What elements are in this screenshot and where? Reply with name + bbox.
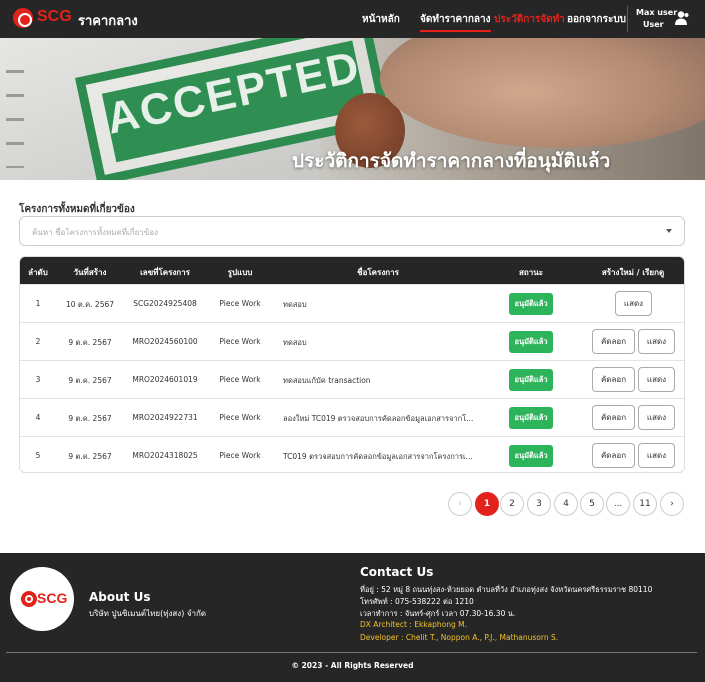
status-badge: อนุมัติแล้ว xyxy=(509,331,553,353)
binder-rings xyxy=(6,58,24,168)
view-button[interactable]: แสดง xyxy=(615,291,652,316)
filter-label: โครงการทั้งหมดที่เกี่ยวข้อง xyxy=(19,204,135,215)
row-code: MRO2024318025 xyxy=(132,451,198,460)
header-status: สถานะ xyxy=(519,268,543,277)
table-header: ลำดับ วันที่สร้าง เลขที่โครงการ รูปแบบ ช… xyxy=(20,257,684,284)
projects-table: ลำดับ วันที่สร้าง เลขที่โครงการ รูปแบบ ช… xyxy=(19,256,685,473)
header-actions: สร้างใหม่ / เรียกดู xyxy=(601,268,665,277)
search-placeholder: ค้นหา ชื่อโครงการทั้งหมดที่เกี่ยวข้อง xyxy=(32,228,158,237)
copy-button[interactable]: คัดลอก xyxy=(592,443,635,468)
top-navbar: SCG ราคากลาง หน้าหลัก จัดทำราคากลาง ประว… xyxy=(0,0,705,38)
row-type: Piece Work xyxy=(219,451,261,460)
app-title[interactable]: ราคากลาง xyxy=(78,10,138,31)
row-project-name: ลองใหม่ TC019 ตรวจสอบการคัดลอกข้อมูลเอกส… xyxy=(283,414,474,423)
chevron-down-icon[interactable] xyxy=(666,229,672,233)
page-title: ประวัติการจัดทำราคากลางที่อนุมัติแล้ว xyxy=(292,150,611,172)
copy-button[interactable]: คัดลอก xyxy=(592,367,635,392)
row-project-name: ทดสอบ xyxy=(283,300,307,309)
row-date: 9 ต.ค. 2567 xyxy=(68,338,112,347)
pagination-page-11[interactable]: 11 xyxy=(633,492,657,516)
row-no: 3 xyxy=(35,375,41,384)
hand-image xyxy=(380,38,705,148)
row-no: 1 xyxy=(35,299,41,308)
dx-architect: DX Architect : Ekkaphong M. xyxy=(360,620,467,629)
header-type: รูปแบบ xyxy=(227,268,253,277)
row-no: 2 xyxy=(35,337,41,346)
header-name: ชื่อโครงการ xyxy=(357,268,399,277)
pagination-next[interactable]: › xyxy=(660,492,684,516)
row-type: Piece Work xyxy=(219,299,261,308)
status-badge: อนุมัติแล้ว xyxy=(509,445,553,467)
row-date: 9 ต.ค. 2567 xyxy=(68,452,112,461)
company-name: บริษัท ปูนซิเมนต์ไทย(ทุ่งสง) จำกัด xyxy=(89,609,207,618)
contact-phone: โทรศัพท์ : 075-538222 ต่อ 1210 xyxy=(360,597,474,606)
row-project-name: TC019 ตรวจสอบการคัดลอกข้อมูลเอกสารจากโคร… xyxy=(283,452,473,461)
footer-logo: SCG xyxy=(10,567,74,631)
pagination-page-2[interactable]: 2 xyxy=(500,492,524,516)
row-type: Piece Work xyxy=(219,337,261,346)
row-code: MRO2024560100 xyxy=(132,337,198,346)
row-no: 4 xyxy=(35,413,41,422)
pagination-page-1[interactable]: 1 xyxy=(475,492,499,516)
contact-address: ที่อยู่ : 52 หมู่ 8 ถนนทุ่งสง-ห้วยยอด ตำ… xyxy=(360,585,653,594)
hero-banner: ACCEPTED ประวัติการจัดทำราคากลางที่อนุมั… xyxy=(0,38,705,180)
scg-logo-icon xyxy=(21,591,37,607)
row-date: 9 ต.ค. 2567 xyxy=(68,414,112,423)
table-row: 3 9 ต.ค. 2567 MRO2024601019 Piece Work ท… xyxy=(20,360,684,398)
row-project-name: ทดสอบ xyxy=(283,338,307,347)
copy-button[interactable]: คัดลอก xyxy=(592,405,635,430)
header-no: ลำดับ xyxy=(28,268,48,277)
nav-home[interactable]: หน้าหลัก xyxy=(362,12,400,27)
pagination-page-5[interactable]: 5 xyxy=(580,492,604,516)
header-code: เลขที่โครงการ xyxy=(140,268,190,277)
pagination-page-3[interactable]: 3 xyxy=(527,492,551,516)
copyright: © 2023 - All Rights Reserved xyxy=(291,661,414,670)
nav-logout[interactable]: ออกจากระบบ xyxy=(567,12,626,27)
pagination-page-4[interactable]: 4 xyxy=(554,492,578,516)
row-no: 5 xyxy=(35,451,41,460)
table-row: 5 9 ต.ค. 2567 MRO2024318025 Piece Work T… xyxy=(20,436,684,472)
contact-title: Contact Us xyxy=(360,565,434,579)
project-search-select[interactable]: ค้นหา ชื่อโครงการทั้งหมดที่เกี่ยวข้อง xyxy=(19,216,685,246)
table-row: 4 9 ต.ค. 2567 MRO2024922731 Piece Work ล… xyxy=(20,398,684,436)
nav-divider xyxy=(627,6,628,32)
footer: SCG About Us บริษัท ปูนซิเมนต์ไทย(ทุ่งสง… xyxy=(0,553,705,682)
table-row: 1 10 ต.ค. 2567 SCG2024925408 Piece Work … xyxy=(20,284,684,322)
nav-history[interactable]: ประวัติการจัดทำ xyxy=(494,12,565,27)
about-title: About Us xyxy=(89,590,151,604)
contact-hours: เวลาทำการ : จันทร์-ศุกร์ เวลา 07.30-16.3… xyxy=(360,609,516,618)
row-type: Piece Work xyxy=(219,413,261,422)
user-role: User xyxy=(643,20,664,29)
brand-logo-text[interactable]: SCG xyxy=(37,8,72,26)
row-code: SCG2024925408 xyxy=(133,299,197,308)
row-date: 10 ต.ค. 2567 xyxy=(65,300,115,309)
footer-logo-text: SCG xyxy=(37,590,68,606)
developer-credits: Developer : Chelit T., Noppon A., P.J., … xyxy=(360,633,559,642)
user-name: Max user xyxy=(636,8,678,17)
status-badge: อนุมัติแล้ว xyxy=(509,369,553,391)
table-row: 2 9 ต.ค. 2567 MRO2024560100 Piece Work ท… xyxy=(20,322,684,360)
header-date: วันที่สร้าง xyxy=(73,268,107,277)
row-date: 9 ต.ค. 2567 xyxy=(68,376,112,385)
view-button[interactable]: แสดง xyxy=(638,329,675,354)
view-button[interactable]: แสดง xyxy=(638,367,675,392)
status-badge: อนุมัติแล้ว xyxy=(509,293,553,315)
row-code: MRO2024922731 xyxy=(132,413,198,422)
row-code: MRO2024601019 xyxy=(132,375,198,384)
row-type: Piece Work xyxy=(219,375,261,384)
footer-divider xyxy=(6,652,697,653)
row-project-name: ทดสอบแก้บัค transaction xyxy=(283,376,371,385)
view-button[interactable]: แสดง xyxy=(638,405,675,430)
pagination-ellipsis[interactable]: ... xyxy=(606,492,630,516)
copy-button[interactable]: คัดลอก xyxy=(592,329,635,354)
status-badge: อนุมัติแล้ว xyxy=(509,407,553,429)
scg-logo-icon[interactable] xyxy=(13,8,33,28)
pagination-prev[interactable]: ‹ xyxy=(448,492,472,516)
view-button[interactable]: แสดง xyxy=(638,443,675,468)
nav-create-price[interactable]: จัดทำราคากลาง xyxy=(420,12,491,32)
users-icon[interactable] xyxy=(674,10,690,26)
